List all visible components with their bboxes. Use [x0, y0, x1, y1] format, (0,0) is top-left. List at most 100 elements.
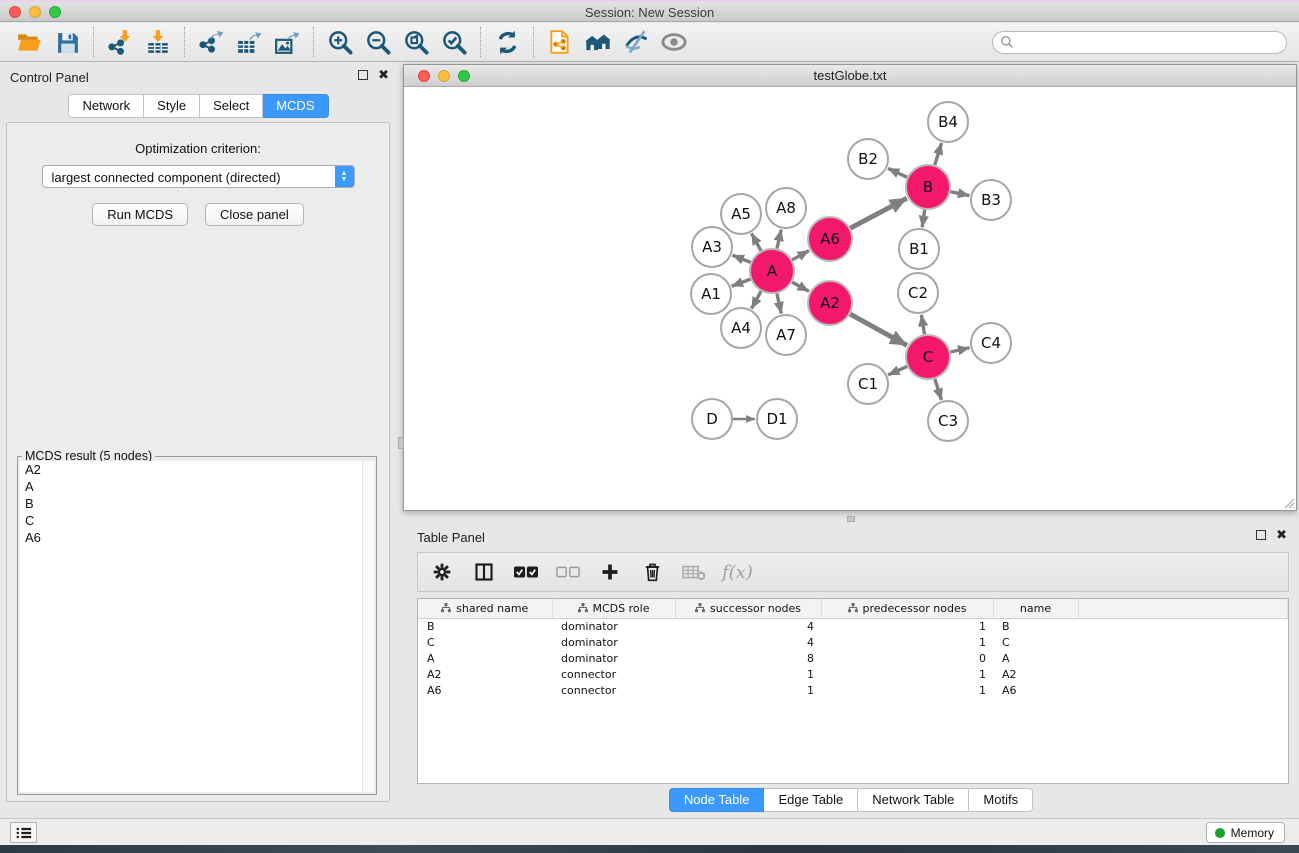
delete-column-button[interactable]: [638, 557, 666, 587]
task-history-button[interactable]: [10, 822, 37, 843]
table-row[interactable]: A6connector11A6: [418, 682, 1288, 698]
close-table-panel-icon[interactable]: ✖: [1276, 530, 1287, 540]
close-panel-icon[interactable]: ✖: [378, 70, 389, 80]
toggle-graphics-details-button[interactable]: [617, 25, 655, 59]
cell-predecessor-nodes[interactable]: 1: [821, 682, 993, 698]
tab-network-table[interactable]: Network Table: [858, 788, 969, 812]
export-image-button[interactable]: [268, 25, 306, 59]
cell-shared-name[interactable]: B: [418, 618, 552, 634]
edge-A2-C[interactable]: [850, 314, 907, 345]
mcds-result-list[interactable]: A2ABCA6: [20, 461, 374, 792]
column-header-name[interactable]: name: [993, 599, 1078, 618]
edge-A-A2[interactable]: [792, 282, 809, 291]
memory-button[interactable]: Memory: [1206, 822, 1285, 843]
cell-successor-nodes[interactable]: 1: [675, 682, 821, 698]
edge-A-A1[interactable]: [732, 279, 751, 286]
node-C[interactable]: C: [906, 335, 950, 379]
result-item-a6[interactable]: A6: [20, 529, 374, 546]
column-header-mcds-role[interactable]: MCDS role: [552, 599, 675, 618]
function-builder-button[interactable]: f(x): [722, 562, 753, 583]
cell-mcds-role[interactable]: dominator: [552, 618, 675, 634]
table-row[interactable]: Adominator80A: [418, 650, 1288, 666]
edge-A-A3[interactable]: [732, 255, 750, 262]
cell-predecessor-nodes[interactable]: 0: [821, 650, 993, 666]
delete-table-button[interactable]: [680, 557, 708, 587]
node-B1[interactable]: B1: [899, 229, 939, 269]
node-A6[interactable]: A6: [808, 217, 852, 261]
import-network-button[interactable]: [101, 25, 139, 59]
edge-A-A6[interactable]: [792, 251, 809, 260]
table-settings-button[interactable]: [428, 557, 456, 587]
cell-successor-nodes[interactable]: 4: [675, 618, 821, 634]
cell-successor-nodes[interactable]: 4: [675, 634, 821, 650]
resize-grip-icon[interactable]: [1283, 497, 1295, 509]
cell-shared-name[interactable]: C: [418, 634, 552, 650]
node-A3[interactable]: A3: [692, 227, 732, 267]
zoom-in-button[interactable]: [321, 25, 359, 59]
zoom-fit-button[interactable]: [397, 25, 435, 59]
cell-mcds-role[interactable]: connector: [552, 666, 675, 682]
node-A5[interactable]: A5: [721, 194, 761, 234]
close-panel-button[interactable]: Close panel: [205, 203, 304, 226]
edge-C-C2[interactable]: [921, 315, 924, 335]
birds-eye-view-button[interactable]: [655, 25, 693, 59]
table-row[interactable]: Bdominator41B: [418, 618, 1288, 634]
zoom-out-button[interactable]: [359, 25, 397, 59]
edge-A-A8[interactable]: [777, 229, 781, 248]
new-network-file-button[interactable]: [541, 25, 579, 59]
node-C4[interactable]: C4: [971, 323, 1011, 363]
cell-mcds-role[interactable]: connector: [552, 682, 675, 698]
create-column-button[interactable]: [596, 557, 624, 587]
node-B2[interactable]: B2: [848, 139, 888, 179]
cell-name[interactable]: C: [993, 634, 1078, 650]
cell-successor-nodes[interactable]: 1: [675, 666, 821, 682]
network-canvas[interactable]: B4B2BB3A8A5A6A3B1AC2A1A2A4A7C4CC1DD1C3: [404, 87, 1296, 510]
edge-A-A7[interactable]: [777, 293, 781, 313]
result-scrollbar[interactable]: [362, 461, 374, 792]
cell-name[interactable]: A6: [993, 682, 1078, 698]
column-header-predecessor-nodes[interactable]: predecessor nodes: [821, 599, 993, 618]
column-header-successor-nodes[interactable]: successor nodes: [675, 599, 821, 618]
node-table[interactable]: shared nameMCDS rolesuccessor nodesprede…: [418, 599, 1288, 698]
tab-node-table[interactable]: Node Table: [669, 788, 765, 812]
edge-B-B4[interactable]: [935, 143, 942, 165]
edge-C-C1[interactable]: [888, 366, 907, 375]
cell-shared-name[interactable]: A2: [418, 666, 552, 682]
node-A8[interactable]: A8: [766, 188, 806, 228]
cell-name[interactable]: B: [993, 618, 1078, 634]
tab-style[interactable]: Style: [144, 94, 200, 118]
tab-network[interactable]: Network: [68, 94, 144, 118]
zoom-selected-button[interactable]: [435, 25, 473, 59]
export-network-button[interactable]: [192, 25, 230, 59]
cell-name[interactable]: A: [993, 650, 1078, 666]
result-item-a2[interactable]: A2: [20, 461, 374, 478]
tab-motifs[interactable]: Motifs: [969, 788, 1033, 812]
result-item-a[interactable]: A: [20, 478, 374, 495]
node-B3[interactable]: B3: [971, 180, 1011, 220]
node-B4[interactable]: B4: [928, 102, 968, 142]
edge-B-B1[interactable]: [922, 210, 925, 227]
node-A4[interactable]: A4: [721, 308, 761, 348]
node-D1[interactable]: D1: [757, 399, 797, 439]
edge-C-C4[interactable]: [950, 348, 969, 352]
criterion-select[interactable]: largest connected component (directed) ▲…: [42, 165, 355, 188]
deselect-all-columns-button[interactable]: [554, 557, 582, 587]
home-button[interactable]: [579, 25, 617, 59]
refresh-button[interactable]: [488, 25, 526, 59]
table-header-row[interactable]: shared nameMCDS rolesuccessor nodesprede…: [418, 599, 1288, 618]
edge-B-B2[interactable]: [888, 168, 907, 177]
node-A[interactable]: A: [750, 249, 794, 293]
cell-shared-name[interactable]: A6: [418, 682, 552, 698]
edge-C-C3[interactable]: [935, 379, 942, 400]
node-A2[interactable]: A2: [808, 281, 852, 325]
cell-predecessor-nodes[interactable]: 1: [821, 666, 993, 682]
node-A7[interactable]: A7: [766, 315, 806, 355]
cell-mcds-role[interactable]: dominator: [552, 634, 675, 650]
column-header-shared-name[interactable]: shared name: [418, 599, 552, 618]
export-table-button[interactable]: [230, 25, 268, 59]
edge-B-B3[interactable]: [951, 192, 970, 196]
open-session-button[interactable]: [10, 25, 48, 59]
node-C3[interactable]: C3: [928, 401, 968, 441]
node-D[interactable]: D: [692, 399, 732, 439]
node-C1[interactable]: C1: [848, 364, 888, 404]
